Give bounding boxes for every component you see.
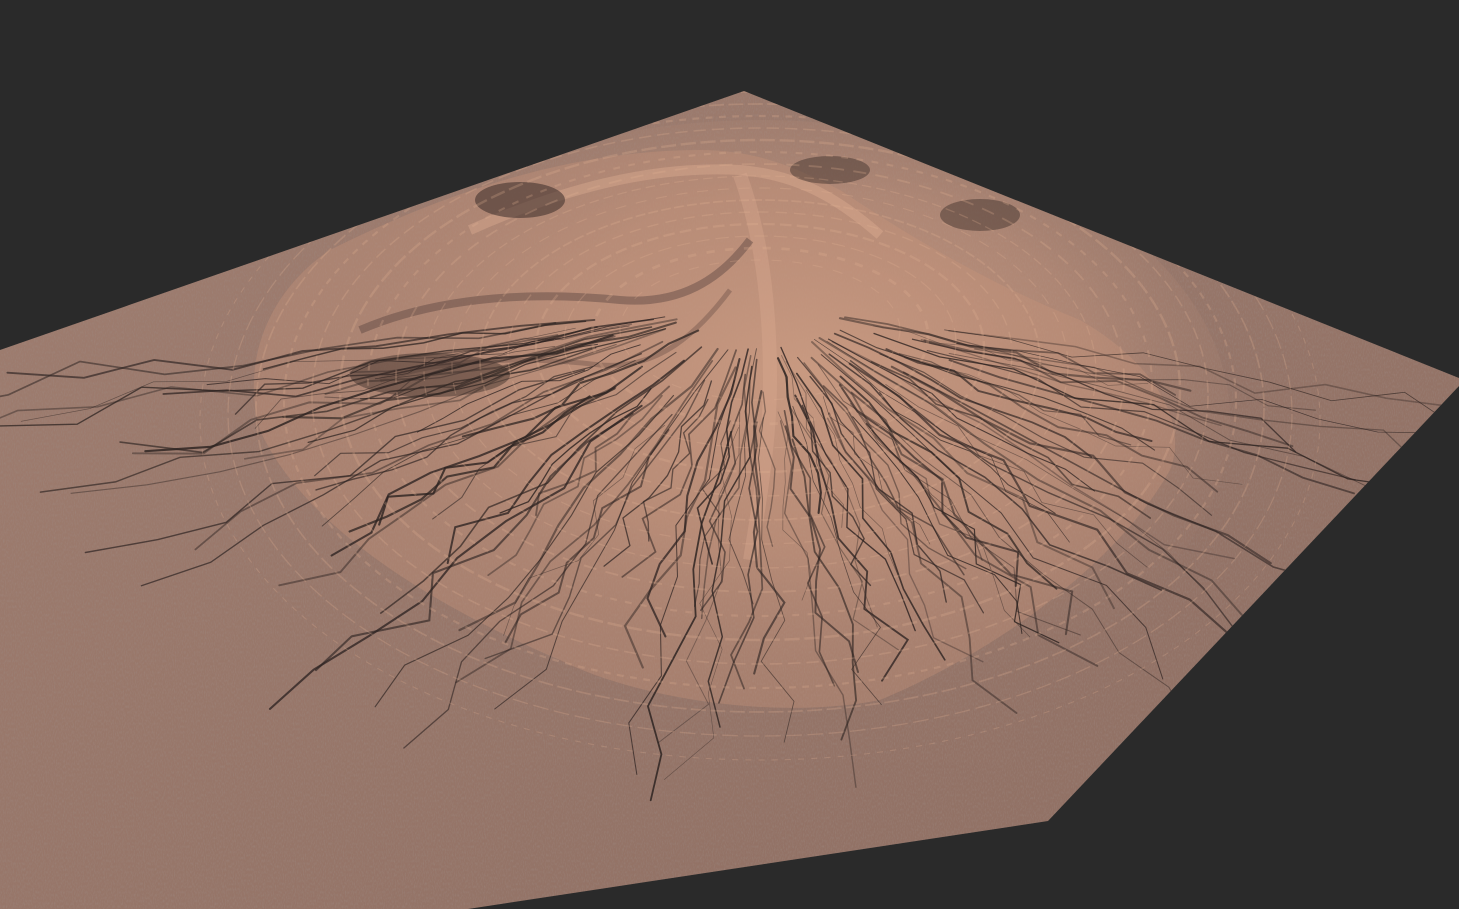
valley-shadow bbox=[475, 182, 565, 218]
terrain-render bbox=[0, 91, 1459, 909]
3d-viewport[interactable] bbox=[0, 0, 1459, 909]
